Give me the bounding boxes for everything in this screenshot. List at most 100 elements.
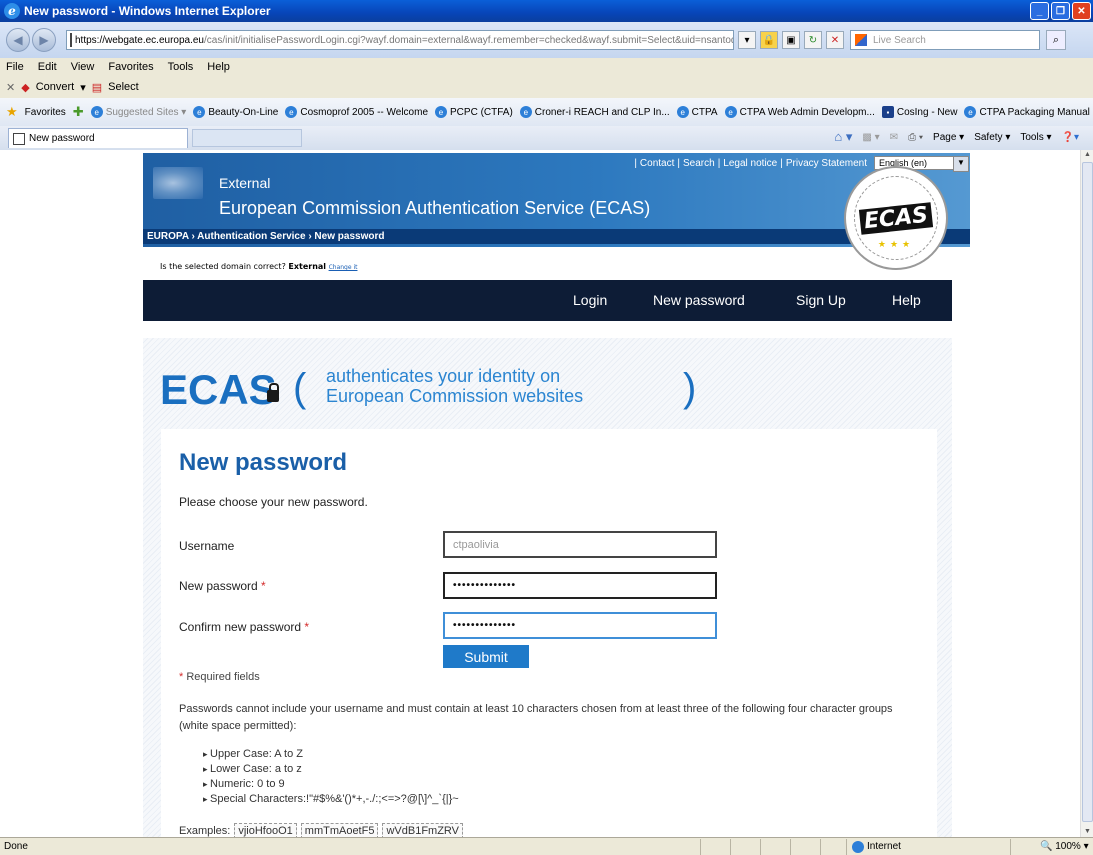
main-content: ECAS ( authenticates your identity on Eu… — [143, 338, 952, 837]
ie-page-icon: e — [90, 106, 103, 118]
open-paren: ( — [293, 366, 307, 410]
select-button[interactable]: Select — [108, 81, 139, 93]
zoom-level[interactable]: 🔍 100% ▾ — [1040, 841, 1089, 852]
confirm-password-field[interactable]: •••••••••••••• — [443, 612, 717, 639]
ecas-seal-logo: ECAS ★★★ — [844, 166, 948, 270]
ie-page-icon: e — [724, 106, 737, 118]
main-nav: Login New password Sign Up Help — [143, 280, 952, 321]
chevron-down-icon[interactable]: ▾ — [80, 81, 86, 94]
nav-sign-up[interactable]: Sign Up — [796, 292, 846, 308]
vertical-scrollbar[interactable]: ▲ ▼ — [1080, 150, 1093, 837]
ecas-page: | Contact | Search | Legal notice | Priv… — [122, 150, 970, 837]
contact-link[interactable]: Contact — [640, 158, 674, 169]
seal-text: ECAS — [858, 201, 934, 235]
ecas-brand: ECAS — [160, 366, 277, 413]
security-zone[interactable]: Internet — [852, 840, 901, 853]
menu-view[interactable]: View — [71, 61, 95, 73]
domain-check: Is the selected domain correct? External… — [160, 262, 358, 271]
menu-tools[interactable]: Tools — [168, 61, 194, 73]
new-password-field[interactable]: •••••••••••••• — [443, 572, 717, 599]
convert-button[interactable]: Convert — [36, 81, 75, 93]
username-field[interactable]: ctpaolivia — [443, 531, 717, 558]
nav-new-password[interactable]: New password — [653, 292, 745, 308]
address-host: webgate.ec.europa.eu — [105, 34, 204, 46]
ie-page-icon: e — [519, 106, 532, 118]
favorite-item[interactable]: e Croner-i REACH and CLP In... — [519, 106, 670, 118]
tab-new-password[interactable]: New password — [8, 128, 188, 148]
page-menu[interactable]: Page ▾ — [933, 132, 964, 143]
address-dropdown-icon[interactable]: ▾ — [738, 31, 756, 49]
password-examples: Examples: vjioHfooO1 mmTmAoetF5 wVdB1FmZ… — [179, 823, 464, 837]
page-viewport: | Contact | Search | Legal notice | Priv… — [0, 150, 1080, 837]
read-mail-icon[interactable]: ✉ — [890, 132, 898, 143]
change-domain-link[interactable]: Change it — [329, 264, 358, 271]
domain-value: External — [288, 262, 327, 271]
close-toolbar-icon[interactable]: ✕ — [6, 81, 15, 94]
add-favorite-icon[interactable]: ✚ — [73, 104, 84, 120]
back-button[interactable]: ◀ — [6, 28, 30, 52]
required-note: * Required fields — [179, 671, 260, 683]
example-password: vjioHfooO1 — [234, 823, 297, 837]
menu-help[interactable]: Help — [207, 61, 230, 73]
submit-button[interactable]: Submit — [443, 645, 529, 668]
command-bar: ⌂ ▾ ▩ ▾ ✉ ⎙ ▾ Page ▾ Safety ▾ Tools ▾ ❓▾ — [834, 129, 1079, 145]
password-rules: Passwords cannot include your username a… — [179, 703, 893, 732]
character-groups: Upper Case: A to Z Lower Case: a to z Nu… — [203, 747, 459, 807]
nav-help[interactable]: Help — [892, 292, 921, 308]
privacy-statement-link[interactable]: Privacy Statement — [786, 158, 867, 169]
close-window-button[interactable]: ✕ — [1072, 2, 1091, 20]
help-icon[interactable]: ❓▾ — [1062, 132, 1079, 143]
ie-logo-icon: e — [4, 3, 20, 19]
address-bar[interactable]: https:// webgate.ec.europa.eu /cas/init/… — [66, 30, 734, 50]
header-title: European Commission Authentication Servi… — [219, 198, 651, 218]
menu-bar: File Edit View Favorites Tools Help — [0, 58, 1093, 76]
favorites-button[interactable]: Favorites — [25, 107, 66, 118]
favorite-item[interactable]: e PCPC (CTFA) — [435, 106, 513, 118]
print-icon[interactable]: ⎙ ▾ — [908, 132, 923, 143]
ie-page-icon: e — [285, 106, 298, 118]
favorite-item[interactable]: e CTPA — [676, 106, 718, 118]
lock-icon[interactable]: 🔒 — [760, 31, 778, 49]
menu-favorites[interactable]: Favorites — [108, 61, 153, 73]
address-toolbar: ◀ ▶ https:// webgate.ec.europa.eu /cas/i… — [0, 22, 1093, 58]
tagline: authenticates your identity on European … — [326, 366, 584, 406]
favorite-item[interactable]: e Cosmoprof 2005 -- Welcome — [285, 106, 428, 118]
menu-edit[interactable]: Edit — [38, 61, 57, 73]
stop-icon[interactable]: ✕ — [826, 31, 844, 49]
forward-button[interactable]: ▶ — [32, 28, 56, 52]
page-icon — [13, 132, 25, 145]
cosing-icon: ▪ — [881, 106, 894, 118]
new-tab-button[interactable] — [192, 129, 302, 147]
page-title: New password — [179, 449, 348, 476]
favorite-item[interactable]: e Suggested Sites ▾ — [90, 106, 186, 118]
favorite-item[interactable]: e CTPA Web Admin Developm... — [724, 106, 875, 118]
search-link[interactable]: Search — [683, 158, 715, 169]
scroll-down-icon[interactable]: ▼ — [1082, 827, 1093, 837]
addon-toolbar: ✕ ◆ Convert ▾ ▤ Select — [0, 76, 1093, 98]
home-icon[interactable]: ⌂ ▾ — [834, 129, 852, 145]
minimize-button[interactable]: _ — [1030, 2, 1049, 20]
legal-notice-link[interactable]: Legal notice — [723, 158, 777, 169]
username-label: Username — [179, 539, 235, 553]
safety-menu[interactable]: Safety ▾ — [974, 132, 1010, 143]
feeds-icon[interactable]: ▩ ▾ — [862, 132, 879, 143]
favorite-item[interactable]: e Beauty-On-Line — [193, 106, 278, 118]
nav-login[interactable]: Login — [573, 292, 607, 308]
example-password: wVdB1FmZRV — [382, 823, 464, 837]
scrollbar-thumb[interactable] — [1082, 162, 1093, 822]
tools-menu[interactable]: Tools ▾ — [1020, 132, 1051, 143]
list-item: Lower Case: a to z — [203, 762, 459, 777]
refresh-icon[interactable]: ↻ — [804, 31, 822, 49]
search-icon[interactable]: ⌕ — [1046, 30, 1066, 50]
world-map-logo — [153, 167, 203, 199]
maximize-button[interactable]: ❐ — [1051, 2, 1070, 20]
favorites-bar: ★ Favorites ✚ e Suggested Sites ▾ e Beauty… — [0, 98, 1093, 126]
favorite-item[interactable]: ▪ CosIng - New — [881, 106, 957, 118]
status-bar: Done Internet 🔍 100% ▾ — [0, 837, 1093, 855]
scroll-up-icon[interactable]: ▲ — [1082, 150, 1093, 160]
favorite-item[interactable]: e CTPA Packaging Manual — [964, 106, 1090, 118]
menu-file[interactable]: File — [6, 61, 24, 73]
search-input[interactable]: Live Search — [850, 30, 1040, 50]
list-item: Numeric: 0 to 9 — [203, 777, 459, 792]
compatibility-view-icon[interactable]: ▣ — [782, 31, 800, 49]
